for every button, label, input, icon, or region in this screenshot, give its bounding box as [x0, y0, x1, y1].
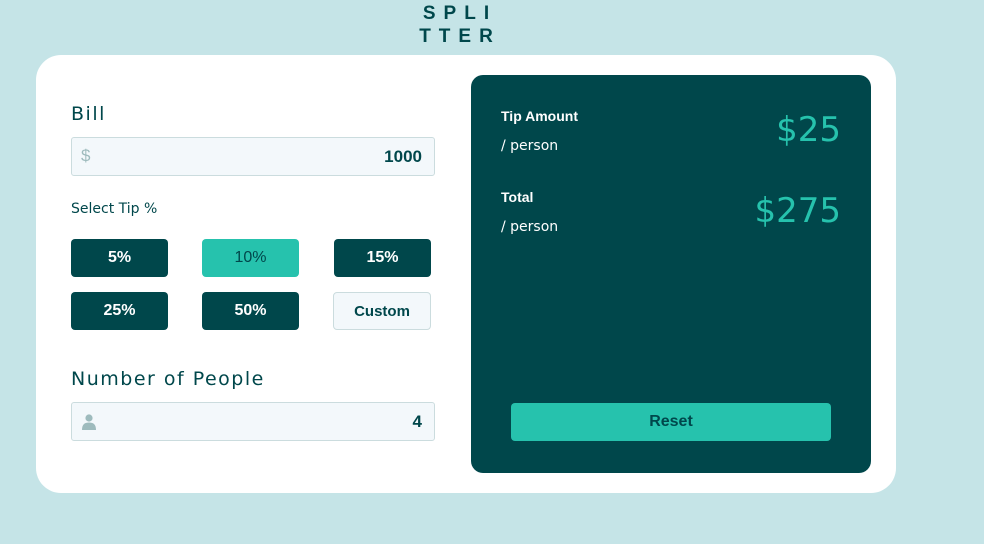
reset-button[interactable]: Reset	[511, 403, 831, 441]
bill-value: 1000	[384, 147, 422, 166]
logo-line-1: SPLI	[422, 3, 498, 24]
total-label: Total	[501, 189, 534, 205]
total-value: $275	[754, 191, 841, 231]
tip-amount-value: $25	[776, 110, 841, 150]
result-panel: Tip Amount / person $25 Total / person $…	[471, 75, 871, 473]
logo-line-2: TTER	[419, 26, 501, 47]
bill-label: Bill	[71, 103, 106, 125]
tip-button-25[interactable]: 25%	[71, 292, 168, 330]
people-input[interactable]: 4	[71, 402, 435, 441]
tip-button-50[interactable]: 50%	[202, 292, 299, 330]
people-value: 4	[412, 412, 422, 431]
dollar-icon: $	[81, 146, 91, 165]
bill-input[interactable]: $ 1000	[71, 137, 435, 176]
total-per-person-label: / person	[501, 219, 559, 235]
tip-amount-label: Tip Amount	[501, 108, 578, 124]
select-tip-label: Select Tip %	[71, 201, 158, 217]
tip-button-5[interactable]: 5%	[71, 239, 168, 277]
tip-button-15[interactable]: 15%	[334, 239, 431, 277]
tip-button-10[interactable]: 10%	[202, 239, 299, 277]
calculator-card: Bill $ 1000 Select Tip % 5% 10% 15% 25% …	[36, 55, 896, 493]
person-icon	[82, 414, 96, 430]
custom-tip-input[interactable]: Custom	[333, 292, 431, 330]
splitter-logo: SPLI TTER	[400, 2, 520, 48]
tip-per-person-label: / person	[501, 138, 559, 154]
number-of-people-label: Number of People	[71, 368, 265, 390]
